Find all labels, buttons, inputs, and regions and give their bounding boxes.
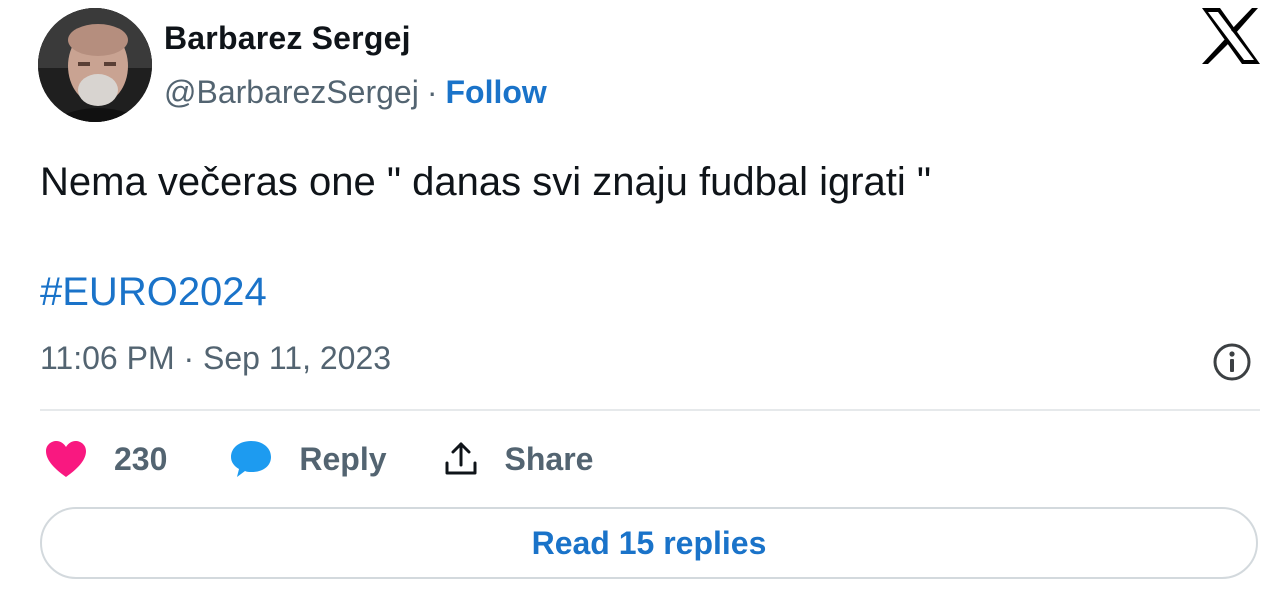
tweet-timestamp[interactable]: 11:06 PM · Sep 11, 2023 <box>40 340 391 377</box>
info-icon[interactable] <box>1212 342 1252 382</box>
tweet-card: Barbarez Sergej @BarbarezSergej · Follow… <box>0 0 1280 600</box>
share-button[interactable]: Share <box>443 440 594 478</box>
tweet-text: Nema večeras one " danas svi znaju fudba… <box>40 160 932 204</box>
reply-button[interactable]: Reply <box>229 439 387 479</box>
like-button[interactable]: 230 <box>44 439 167 479</box>
divider <box>40 409 1260 411</box>
heart-icon <box>46 441 86 477</box>
read-replies-button[interactable]: Read 15 replies <box>40 507 1258 579</box>
follow-button[interactable]: Follow <box>445 74 546 111</box>
like-count: 230 <box>114 440 168 477</box>
x-logo-icon[interactable] <box>1200 6 1262 66</box>
author-handle-row: @BarbarezSergej · Follow <box>164 74 547 111</box>
speech-bubble-icon <box>231 441 272 477</box>
handle-separator: · <box>426 74 438 110</box>
avatar[interactable] <box>38 8 152 122</box>
author-handle[interactable]: @BarbarezSergej <box>164 74 419 111</box>
author-display-name[interactable]: Barbarez Sergej <box>164 20 411 57</box>
tweet-actions: 230 Reply Share <box>44 434 593 484</box>
avatar-photo-icon <box>38 8 152 122</box>
share-label: Share <box>504 440 594 477</box>
reply-label: Reply <box>299 440 387 477</box>
hashtag-link[interactable]: #EURO2024 <box>40 270 267 315</box>
share-upload-icon <box>445 442 477 475</box>
